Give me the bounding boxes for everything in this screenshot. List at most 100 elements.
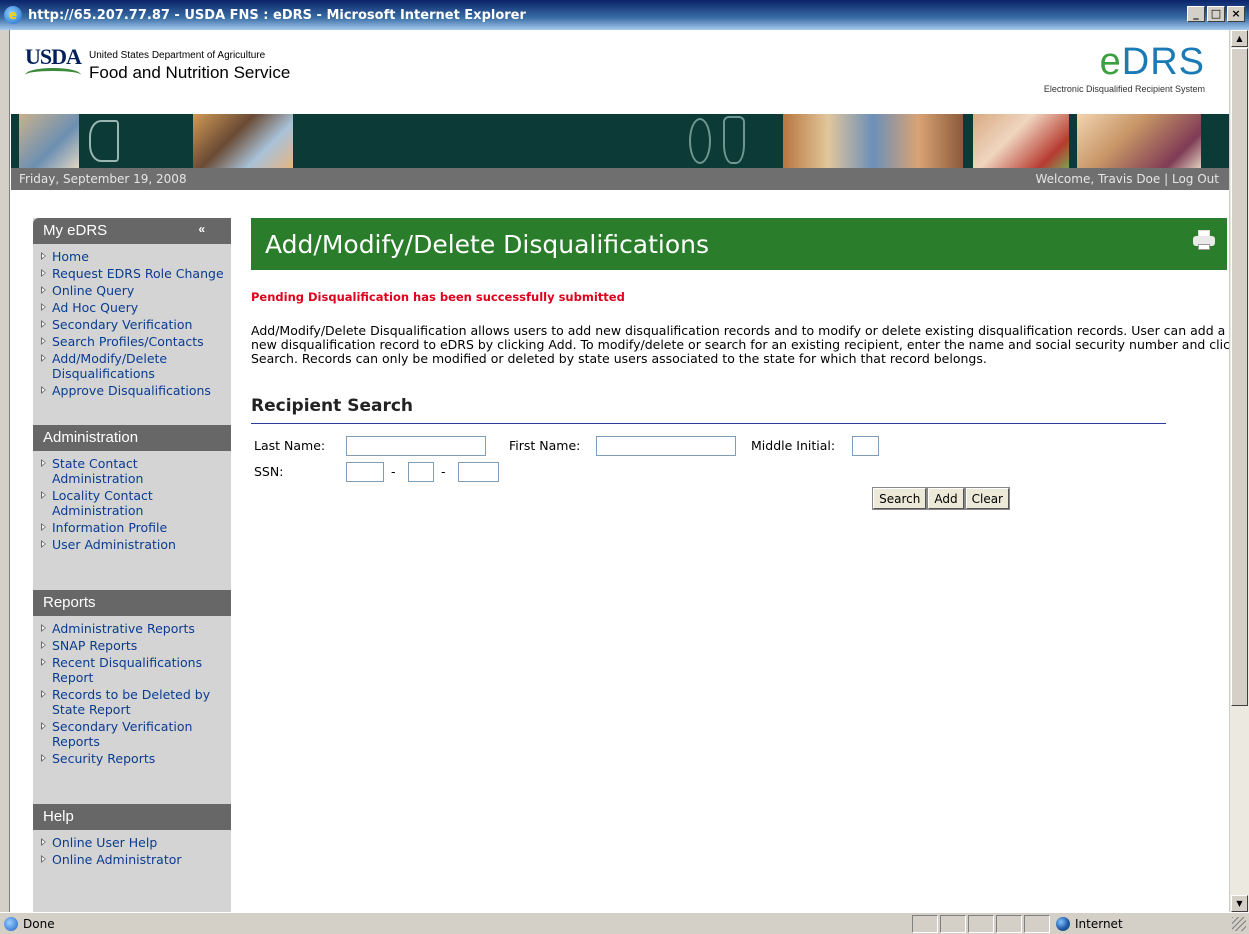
sidebar-item-label: SNAP Reports [52, 638, 138, 653]
triangle-bullet-icon [41, 354, 46, 362]
sidebar-item-search-profiles[interactable]: Search Profiles/Contacts [37, 334, 231, 349]
user-welcome: Welcome, Travis Doe | Log Out [1035, 172, 1219, 186]
middle-initial-input[interactable] [852, 436, 879, 456]
sidebar-item-label: Online User Help [52, 835, 158, 850]
triangle-bullet-icon [41, 320, 46, 328]
vertical-scrollbar[interactable]: ▲ ▼ [1229, 30, 1249, 912]
zone-text: Internet [1075, 916, 1123, 931]
sidebar-item-label: Locality Contact Administration [52, 488, 153, 518]
banner-photo-family-dinner [783, 114, 963, 168]
sidebar-item-state-contact[interactable]: State Contact Administration [37, 456, 231, 486]
recipient-search-form: Last Name: First Name: Middle Initial: S… [251, 436, 1166, 526]
sidebar-item-snap-reports[interactable]: SNAP Reports [37, 638, 231, 653]
sidebar-header-my-edrs: My eDRS « [33, 218, 231, 244]
scrollbar-thumb[interactable] [1231, 48, 1248, 706]
sidebar-item-user-administration[interactable]: User Administration [37, 537, 231, 552]
sidebar-item-label: Secondary Verification [52, 317, 193, 332]
search-button[interactable]: Search [872, 487, 928, 510]
banner-stairs-icon [79, 114, 127, 168]
add-button[interactable]: Add [927, 487, 965, 510]
sidebar-item-online-administrator[interactable]: Online Administrator [37, 852, 231, 867]
sidebar-item-home[interactable]: Home [37, 249, 231, 264]
page-title-bar: Add/Modify/Delete Disqualifications [251, 218, 1227, 270]
triangle-bullet-icon [41, 838, 46, 846]
collapse-sidebar-icon[interactable]: « [198, 222, 205, 236]
sidebar-item-add-modify-delete[interactable]: Add/Modify/Delete Disqualifications [37, 351, 231, 381]
first-name-label: First Name: [509, 438, 581, 453]
last-name-input[interactable] [346, 436, 486, 456]
scroll-down-arrow-icon[interactable]: ▼ [1231, 895, 1248, 912]
sidebar-item-label: Recent Disqualifications Report [52, 655, 203, 685]
sidebar-item-label: Online Administrator [52, 852, 182, 867]
usda-logo: USDA [25, 44, 82, 69]
sidebar-item-label: Search Profiles/Contacts [52, 334, 204, 349]
internet-zone-globe-icon [1056, 916, 1070, 931]
triangle-bullet-icon [41, 641, 46, 649]
printer-icon[interactable] [1193, 230, 1215, 250]
sidebar-item-label: Information Profile [52, 520, 168, 535]
ssn-part3-input[interactable] [458, 462, 499, 482]
sidebar-item-label: Online Query [52, 283, 135, 298]
sidebar-item-label: State Contact Administration [52, 456, 144, 486]
close-button[interactable]: × [1227, 6, 1245, 22]
triangle-bullet-icon [41, 386, 46, 394]
triangle-bullet-icon [41, 337, 46, 345]
internet-explorer-icon: e [4, 6, 22, 24]
triangle-bullet-icon [41, 754, 46, 762]
sidebar-item-online-user-help[interactable]: Online User Help [37, 835, 231, 850]
sidebar-item-label: Request EDRS Role Change [52, 266, 224, 281]
window-frame-left [0, 30, 10, 912]
recipient-search-heading: Recipient Search [251, 396, 1166, 424]
triangle-bullet-icon [41, 252, 46, 260]
sidebar-item-label: Ad Hoc Query [52, 300, 139, 315]
sidebar-item-information-profile[interactable]: Information Profile [37, 520, 231, 535]
banner-photo-children-jumping [193, 114, 293, 168]
sidebar-item-recent-disqualifications[interactable]: Recent Disqualifications Report [37, 655, 231, 685]
maximize-button[interactable]: □ [1207, 6, 1225, 22]
sidebar-item-secondary-verification[interactable]: Secondary Verification [37, 317, 231, 332]
sidebar-item-label: Records to be Deleted by State Report [52, 687, 211, 717]
sidebar-item-online-query[interactable]: Online Query [37, 283, 231, 298]
popup-blocker-icon[interactable] [940, 914, 966, 933]
sidebar-item-administrative-reports[interactable]: Administrative Reports [37, 621, 231, 636]
clear-button[interactable]: Clear [964, 487, 1011, 510]
edrs-logo-drs: DRS [1121, 41, 1205, 83]
sidebar-item-security-reports[interactable]: Security Reports [37, 751, 231, 766]
sidebar-item-ad-hoc-query[interactable]: Ad Hoc Query [37, 300, 231, 315]
triangle-bullet-icon [41, 624, 46, 632]
status-pane [1024, 914, 1050, 933]
sidebar-list-help: Online User Help Online Administrator [33, 830, 231, 879]
sidebar-item-approve[interactable]: Approve Disqualifications [37, 383, 231, 398]
sidebar-item-secondary-verification-reports[interactable]: Secondary Verification Reports [37, 719, 231, 749]
sidebar-item-locality-contact[interactable]: Locality Contact Administration [37, 488, 231, 518]
window-title: http://65.207.77.87 - USDA FNS : eDRS - … [28, 7, 526, 23]
date-welcome-bar: Friday, September 19, 2008 Welcome, Trav… [11, 168, 1229, 190]
triangle-bullet-icon [41, 690, 46, 698]
ssn-part2-input[interactable] [408, 462, 434, 482]
welcome-text: Welcome, Travis Doe [1035, 172, 1161, 186]
sidebar-title-my-edrs: My eDRS [43, 222, 108, 239]
last-name-label: Last Name: [254, 438, 326, 453]
sidebar-item-request-role-change[interactable]: Request EDRS Role Change [37, 266, 231, 281]
sidebar-title-reports: Reports [43, 594, 96, 611]
sidebar-item-label: Add/Modify/Delete Disqualifications [52, 351, 168, 381]
banner-spoon-fork-icon [671, 114, 771, 168]
scroll-up-arrow-icon[interactable]: ▲ [1231, 30, 1248, 47]
agency-name: Food and Nutrition Service [89, 63, 291, 82]
triangle-bullet-icon [41, 286, 46, 294]
sidebar-nav: My eDRS « Home Request EDRS Role Change … [33, 218, 231, 912]
minimize-button[interactable]: _ [1187, 6, 1205, 22]
ssn-label: SSN: [254, 464, 284, 479]
site-header: USDA United States Department of Agricul… [11, 30, 1229, 114]
page-title: Add/Modify/Delete Disqualifications [265, 230, 710, 259]
ssn-part1-input[interactable] [346, 462, 384, 482]
status-pane [968, 914, 994, 933]
search-form-buttons: Search Add Clear [872, 487, 1011, 510]
browser-status-bar: Done Internet [0, 912, 1249, 934]
sidebar-item-records-to-be-deleted[interactable]: Records to be Deleted by State Report [37, 687, 231, 717]
logout-link[interactable]: Log Out [1172, 172, 1219, 186]
triangle-bullet-icon [41, 722, 46, 730]
sidebar-list-administration: State Contact Administration Locality Co… [33, 451, 231, 564]
first-name-input[interactable] [596, 436, 736, 456]
resize-grip-icon[interactable] [1232, 916, 1246, 931]
